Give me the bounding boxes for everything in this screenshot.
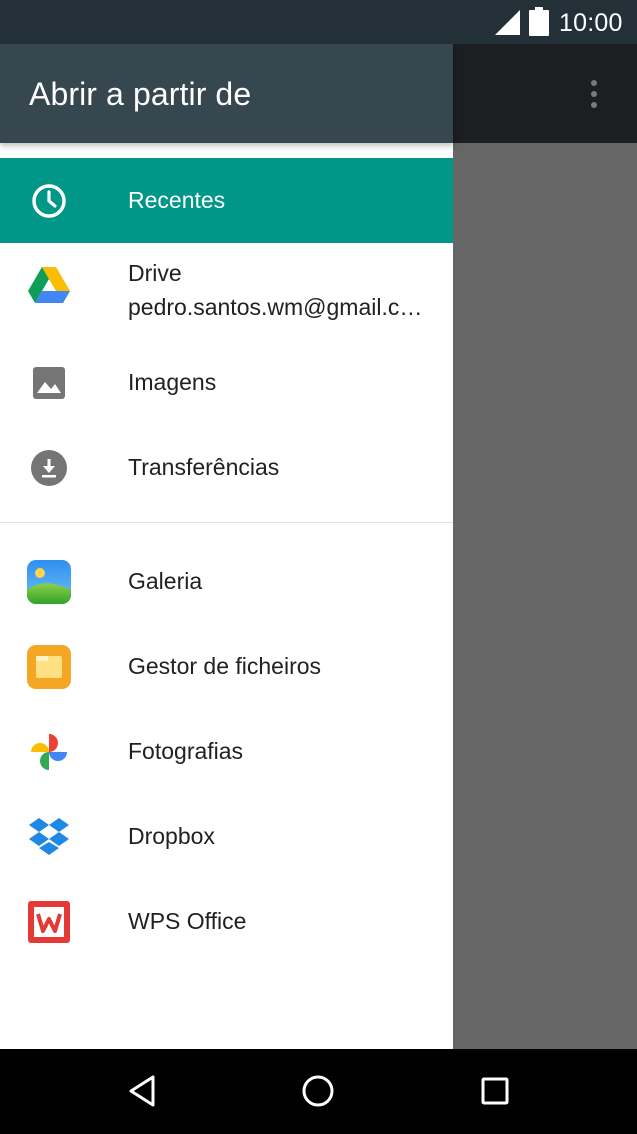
battery-icon (529, 7, 549, 36)
drawer-item-drive[interactable]: Drive pedro.santos.wm@gmail.com (0, 243, 453, 328)
download-icon (27, 446, 71, 490)
drawer-item-label: Recentes (128, 187, 226, 213)
drawer-item-imagens[interactable]: Imagens (0, 340, 453, 425)
image-icon (27, 361, 71, 405)
scrim[interactable] (453, 143, 637, 1049)
drawer-title: Abrir a partir de (29, 76, 252, 112)
dropbox-icon (27, 815, 71, 859)
overflow-menu-icon[interactable] (582, 78, 606, 110)
drawer-item-galeria[interactable]: Galeria (0, 539, 453, 624)
home-button[interactable] (298, 1071, 338, 1111)
signal-icon (495, 10, 520, 35)
google-photos-icon (27, 730, 71, 774)
clock-icon (27, 179, 71, 223)
status-clock: 10:00 (559, 9, 623, 37)
drawer-item-dropbox[interactable]: Dropbox (0, 794, 453, 879)
drawer-item-wps-office[interactable]: WPS Office (0, 879, 453, 964)
wps-office-icon (27, 900, 71, 944)
drawer-item-label: WPS Office (128, 908, 247, 934)
drawer-item-recentes[interactable]: Recentes (0, 158, 453, 243)
drawer-item-transferencias[interactable]: Transferências (0, 425, 453, 510)
drawer-item-account: pedro.santos.wm@gmail.com (128, 294, 428, 320)
navigation-drawer: Abrir a partir de Recentes Drive pedro.s… (0, 44, 453, 1049)
recents-button[interactable] (475, 1071, 515, 1111)
file-manager-icon (27, 645, 71, 689)
drawer-item-label: Drive (128, 260, 182, 286)
drawer-item-label: Dropbox (128, 823, 215, 849)
status-bar: 10:00 (0, 0, 637, 44)
drawer-item-label: Imagens (128, 369, 217, 395)
drawer-divider (0, 522, 453, 523)
gallery-app-icon (27, 560, 71, 604)
drawer-item-label: Galeria (128, 568, 203, 594)
drawer-item-gestor-de-ficheiros[interactable]: Gestor de ficheiros (0, 624, 453, 709)
navigation-bar (0, 1049, 637, 1134)
google-drive-icon (27, 264, 71, 308)
drawer-item-label: Transferências (128, 454, 280, 480)
back-button[interactable] (122, 1071, 162, 1111)
drawer-header: Abrir a partir de (0, 44, 453, 143)
drawer-item-label: Fotografias (128, 738, 244, 764)
background-toolbar (453, 44, 637, 143)
drawer-item-fotografias[interactable]: Fotografias (0, 709, 453, 794)
drawer-item-label: Gestor de ficheiros (128, 653, 322, 679)
